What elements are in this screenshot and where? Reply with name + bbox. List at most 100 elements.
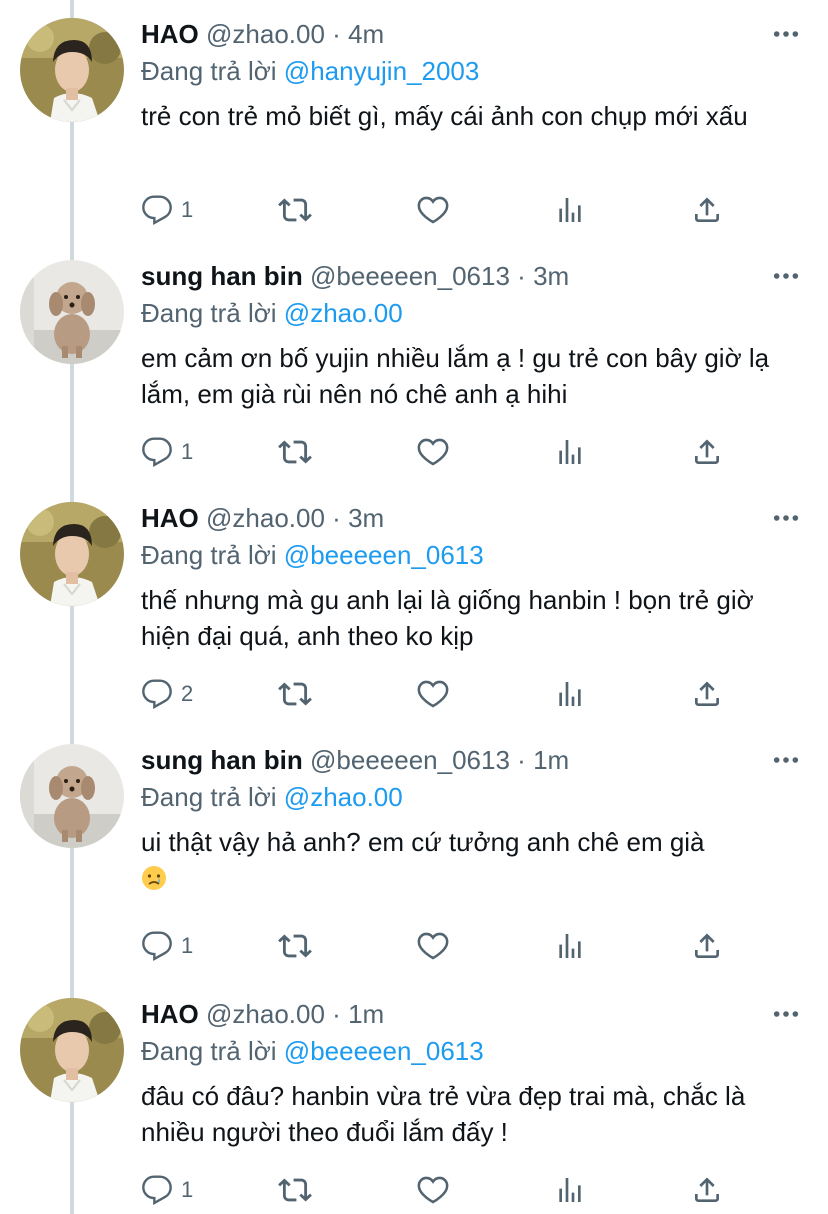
replying-to: Đang trả lời @beeeeen_0613 [141, 1033, 484, 1069]
user-handle[interactable]: @zhao.00 [206, 503, 325, 533]
mention-link[interactable]: @zhao.00 [284, 298, 403, 328]
tweet-text: đâu có đâu? hanbin vừa trẻ vừa đẹp trai … [141, 1081, 746, 1147]
reply-count: 1 [181, 933, 194, 958]
reply-count: 2 [181, 681, 194, 706]
display-name[interactable]: sung han bin [141, 745, 303, 775]
like-icon [416, 193, 450, 227]
more-icon[interactable] [772, 22, 800, 46]
avatar[interactable] [20, 260, 124, 364]
reply-icon [141, 194, 173, 226]
avatar[interactable] [20, 18, 124, 122]
mention-link[interactable]: @beeeeen_0613 [284, 1036, 484, 1066]
like-button[interactable] [416, 674, 450, 714]
replying-to: Đang trả lời @zhao.00 [141, 295, 403, 331]
timestamp[interactable]: 3m [348, 503, 384, 533]
like-button[interactable] [416, 1170, 450, 1210]
like-icon [416, 435, 450, 469]
views-button[interactable] [554, 190, 586, 230]
poodle-avatar-image [20, 260, 124, 364]
replying-to: Đang trả lời @hanyujin_2003 [141, 53, 479, 89]
retweet-button[interactable] [278, 926, 312, 966]
separator-dot: · [517, 261, 526, 291]
share-button[interactable] [691, 432, 723, 472]
share-button[interactable] [691, 674, 723, 714]
reply-button[interactable]: 1 [141, 190, 193, 230]
tweet-text: em cảm ơn bố yujin nhiều lắm ạ ! gu trẻ … [141, 343, 770, 409]
share-icon [691, 436, 723, 468]
share-button[interactable] [691, 190, 723, 230]
boy-portrait-avatar-image [20, 502, 124, 606]
action-bar: 1 [141, 926, 741, 966]
retweet-icon [278, 1173, 312, 1207]
share-icon [691, 678, 723, 710]
reply-button[interactable]: 1 [141, 926, 193, 966]
reply-count: 1 [181, 197, 194, 222]
timestamp[interactable]: 1m [348, 999, 384, 1029]
tweet-text: trẻ con trẻ mỏ biết gì, mấy cái ảnh con … [141, 101, 748, 131]
reply-button[interactable]: 1 [141, 1170, 193, 1210]
retweet-button[interactable] [278, 432, 312, 472]
like-icon [416, 929, 450, 963]
timestamp[interactable]: 3m [533, 261, 569, 291]
mention-link[interactable]: @beeeeen_0613 [284, 540, 484, 570]
reply-icon [141, 436, 173, 468]
user-handle[interactable]: @beeeeen_0613 [310, 745, 510, 775]
tweet-text: thế nhưng mà gu anh lại là giống hanbin … [141, 585, 754, 651]
more-icon[interactable] [772, 1002, 800, 1026]
retweet-button[interactable] [278, 674, 312, 714]
action-bar: 1 [141, 432, 741, 472]
tweet-text-content: ui thật vậy hả anh? em cứ tưởng anh chê … [141, 827, 705, 857]
display-name[interactable]: sung han bin [141, 261, 303, 291]
more-icon[interactable] [772, 506, 800, 530]
views-button[interactable] [554, 926, 586, 966]
timestamp[interactable]: 4m [348, 19, 384, 49]
display-name[interactable]: HAO [141, 19, 199, 49]
retweet-icon [278, 193, 312, 227]
share-button[interactable] [691, 1170, 723, 1210]
poodle-avatar-image [20, 744, 124, 848]
replying-label: Đang trả lời [141, 298, 277, 328]
like-button[interactable] [416, 926, 450, 966]
replying-label: Đang trả lời [141, 782, 277, 812]
replying-label: Đang trả lời [141, 1036, 277, 1066]
share-icon [691, 930, 723, 962]
retweet-button[interactable] [278, 1170, 312, 1210]
mention-link[interactable]: @zhao.00 [284, 782, 403, 812]
like-button[interactable] [416, 190, 450, 230]
views-button[interactable] [554, 432, 586, 472]
user-handle[interactable]: @zhao.00 [206, 19, 325, 49]
reply-count: 1 [181, 439, 194, 464]
replying-to: Đang trả lời @zhao.00 [141, 779, 403, 815]
tweet-header: sung han bin @beeeeen_0613 · 1m [141, 742, 569, 778]
views-button[interactable] [554, 674, 586, 714]
share-button[interactable] [691, 926, 723, 966]
more-icon[interactable] [772, 748, 800, 772]
reply-count: 1 [181, 1177, 194, 1202]
views-icon [554, 436, 586, 468]
like-button[interactable] [416, 432, 450, 472]
action-bar: 2 [141, 674, 741, 714]
reply-icon [141, 930, 173, 962]
views-button[interactable] [554, 1170, 586, 1210]
mention-link[interactable]: @hanyujin_2003 [284, 56, 480, 86]
tweet-header: sung han bin @beeeeen_0613 · 3m [141, 258, 569, 294]
replying-to: Đang trả lời @beeeeen_0613 [141, 537, 484, 573]
action-bar: 1 [141, 1170, 741, 1210]
user-handle[interactable]: @zhao.00 [206, 999, 325, 1029]
display-name[interactable]: HAO [141, 503, 199, 533]
reply-button[interactable]: 1 [141, 432, 193, 472]
crying-face-icon [142, 866, 166, 890]
avatar[interactable] [20, 998, 124, 1102]
tweet-header: HAO @zhao.00 · 3m [141, 500, 384, 536]
avatar[interactable] [20, 744, 124, 848]
user-handle[interactable]: @beeeeen_0613 [310, 261, 510, 291]
reply-button[interactable]: 2 [141, 674, 193, 714]
timestamp[interactable]: 1m [533, 745, 569, 775]
retweet-button[interactable] [278, 190, 312, 230]
views-icon [554, 1174, 586, 1206]
more-icon[interactable] [772, 264, 800, 288]
views-icon [554, 678, 586, 710]
tweet-text: ui thật vậy hả anh? em cứ tưởng anh chê … [141, 824, 791, 896]
avatar[interactable] [20, 502, 124, 606]
display-name[interactable]: HAO [141, 999, 199, 1029]
